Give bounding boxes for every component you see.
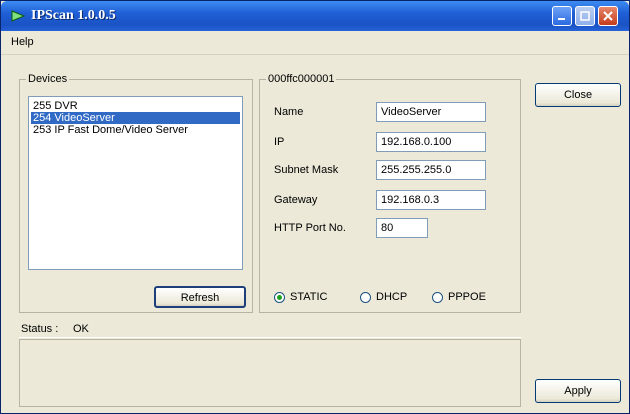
gateway-field[interactable] bbox=[376, 190, 486, 210]
name-label: Name bbox=[274, 106, 304, 118]
static-radio-label[interactable]: STATIC bbox=[290, 291, 327, 303]
ip-field[interactable] bbox=[376, 132, 486, 152]
devices-group-label: Devices bbox=[26, 73, 70, 85]
http-port-label: HTTP Port No. bbox=[274, 222, 346, 234]
device-list[interactable]: 255 DVR 254 VideoServer 253 IP Fast Dome… bbox=[28, 96, 243, 270]
name-field[interactable] bbox=[376, 102, 486, 122]
menu-help[interactable]: Help bbox=[11, 36, 34, 48]
menu-bar: Help bbox=[1, 32, 629, 55]
status-divider bbox=[19, 337, 521, 338]
apply-button[interactable]: Apply bbox=[535, 379, 621, 403]
status-value: OK bbox=[73, 323, 89, 335]
device-list-item-selected[interactable]: 254 VideoServer bbox=[31, 112, 240, 124]
minimize-icon bbox=[558, 18, 565, 20]
dhcp-radio[interactable] bbox=[360, 292, 371, 303]
pppoe-radio-label[interactable]: PPPOE bbox=[448, 291, 486, 303]
ipscan-window: IPScan 1.0.0.5 Help Devices 255 DVR 254 … bbox=[0, 0, 630, 414]
app-icon bbox=[11, 10, 25, 22]
ip-label: IP bbox=[274, 136, 285, 148]
devices-group: Devices 255 DVR 254 VideoServer 253 IP F… bbox=[19, 73, 253, 313]
minimize-button[interactable] bbox=[552, 6, 572, 26]
radio-selected-dot bbox=[277, 295, 282, 300]
device-list-item[interactable]: 255 DVR bbox=[31, 100, 240, 112]
device-list-item[interactable]: 253 IP Fast Dome/Video Server bbox=[31, 124, 240, 136]
mac-address-label: 000ffc000001 bbox=[266, 73, 337, 85]
status-area bbox=[19, 339, 521, 407]
http-port-field[interactable] bbox=[376, 218, 428, 238]
device-details-group: 000ffc000001 Name IP Subnet Mask Gateway… bbox=[259, 73, 521, 313]
subnet-mask-field[interactable] bbox=[376, 160, 486, 180]
dhcp-radio-label[interactable]: DHCP bbox=[376, 291, 407, 303]
maximize-icon bbox=[580, 11, 590, 21]
maximize-button[interactable] bbox=[575, 6, 595, 26]
refresh-button[interactable]: Refresh bbox=[154, 286, 246, 308]
window-title: IPScan 1.0.0.5 bbox=[31, 8, 116, 23]
close-window-button[interactable] bbox=[598, 6, 618, 26]
static-radio[interactable] bbox=[274, 292, 285, 303]
pppoe-radio[interactable] bbox=[432, 292, 443, 303]
close-icon bbox=[603, 11, 613, 21]
gateway-label: Gateway bbox=[274, 194, 318, 206]
close-button[interactable]: Close bbox=[535, 83, 621, 107]
subnet-mask-label: Subnet Mask bbox=[274, 164, 339, 176]
title-bar[interactable]: IPScan 1.0.0.5 bbox=[1, 1, 629, 31]
status-label: Status : bbox=[21, 323, 59, 335]
